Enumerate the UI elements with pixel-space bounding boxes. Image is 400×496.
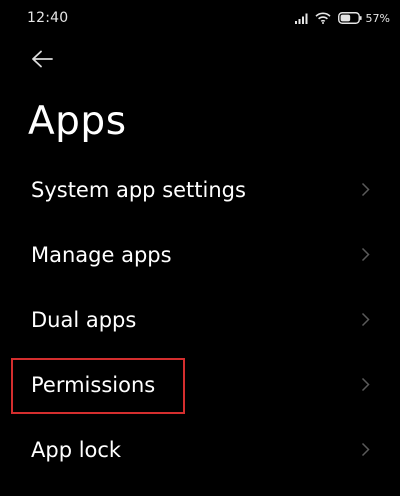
list-item-permissions[interactable]: Permissions	[0, 353, 400, 418]
back-button[interactable]	[30, 48, 56, 70]
chevron-right-icon	[361, 312, 370, 327]
wifi-icon	[314, 12, 331, 24]
signal-icon	[294, 13, 308, 24]
battery-icon	[337, 12, 362, 24]
battery-fill	[340, 14, 350, 22]
list-item-dual-apps[interactable]: Dual apps	[0, 288, 400, 353]
status-bar: 12:40 57%	[0, 0, 400, 36]
battery-percent: 57%	[365, 11, 390, 25]
item-label: Manage apps	[31, 243, 172, 267]
item-label: Dual apps	[31, 308, 137, 332]
item-label: System app settings	[31, 178, 246, 202]
back-arrow-icon	[32, 50, 53, 68]
list-item-manage-apps[interactable]: Manage apps	[0, 223, 400, 288]
list-item-system-app-settings[interactable]: System app settings	[0, 158, 400, 223]
page-title: Apps	[28, 99, 127, 144]
status-icons: 57%	[294, 10, 390, 26]
settings-list: System app settings Manage apps Dual app…	[0, 158, 400, 483]
chevron-right-icon	[361, 247, 370, 262]
chevron-right-icon	[361, 182, 370, 197]
list-item-app-lock[interactable]: App lock	[0, 418, 400, 483]
chevron-right-icon	[361, 442, 370, 457]
chevron-right-icon	[361, 377, 370, 392]
item-label: Permissions	[31, 373, 156, 397]
item-label: App lock	[31, 438, 122, 462]
status-time: 12:40	[27, 10, 69, 26]
